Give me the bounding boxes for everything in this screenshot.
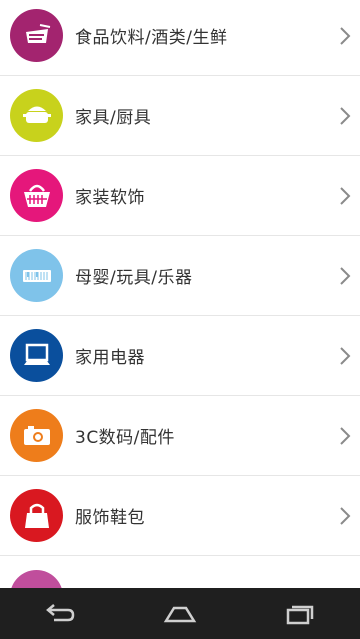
- category-row-appliances[interactable]: 家用电器: [0, 316, 360, 396]
- recent-apps-button[interactable]: [270, 594, 330, 634]
- kitchen-pot-icon: [10, 89, 63, 142]
- category-label: 家用电器: [75, 348, 145, 368]
- home-icon: [163, 606, 197, 622]
- category-label: 3C数码/配件: [75, 428, 175, 448]
- chevron-right-icon: [340, 506, 351, 525]
- basket-icon: [10, 169, 63, 222]
- chevron-right-icon: [340, 106, 351, 125]
- category-label: 服饰鞋包: [75, 508, 145, 528]
- category-label: 食品饮料/酒类/生鲜: [75, 28, 228, 48]
- camera-icon: [10, 409, 63, 462]
- chevron-right-icon: [340, 346, 351, 365]
- category-row-food[interactable]: 食品饮料/酒类/生鲜: [0, 0, 360, 76]
- chevron-right-icon: [340, 26, 351, 45]
- recent-apps-icon: [286, 605, 314, 624]
- category-row-furniture[interactable]: 家具/厨具: [0, 76, 360, 156]
- category-label: 母婴/玩具/乐器: [75, 268, 193, 288]
- back-button[interactable]: [30, 594, 90, 634]
- category-row-apparel[interactable]: 服饰鞋包: [0, 476, 360, 556]
- home-button[interactable]: [150, 594, 210, 634]
- chevron-right-icon: [340, 426, 351, 445]
- category-row-home-decor[interactable]: 家装软饰: [0, 156, 360, 236]
- partial-category-icon: [10, 569, 63, 588]
- category-list: 食品饮料/酒类/生鲜 家具/厨具 家装软饰 母婴/玩具/乐器 家用电器 3C数码…: [0, 0, 360, 588]
- keyboard-toy-icon: [10, 249, 63, 302]
- handbag-icon: [10, 489, 63, 542]
- chevron-right-icon: [340, 186, 351, 205]
- food-drink-icon: [10, 9, 63, 62]
- back-icon: [46, 603, 75, 621]
- category-row-partial[interactable]: [0, 556, 360, 588]
- chevron-right-icon: [340, 266, 351, 285]
- category-row-baby-toys[interactable]: 母婴/玩具/乐器: [0, 236, 360, 316]
- category-row-digital[interactable]: 3C数码/配件: [0, 396, 360, 476]
- system-navigation-bar: [0, 588, 360, 639]
- computer-monitor-icon: [10, 329, 63, 382]
- category-label: 家具/厨具: [75, 108, 152, 128]
- category-label: 家装软饰: [75, 188, 145, 208]
